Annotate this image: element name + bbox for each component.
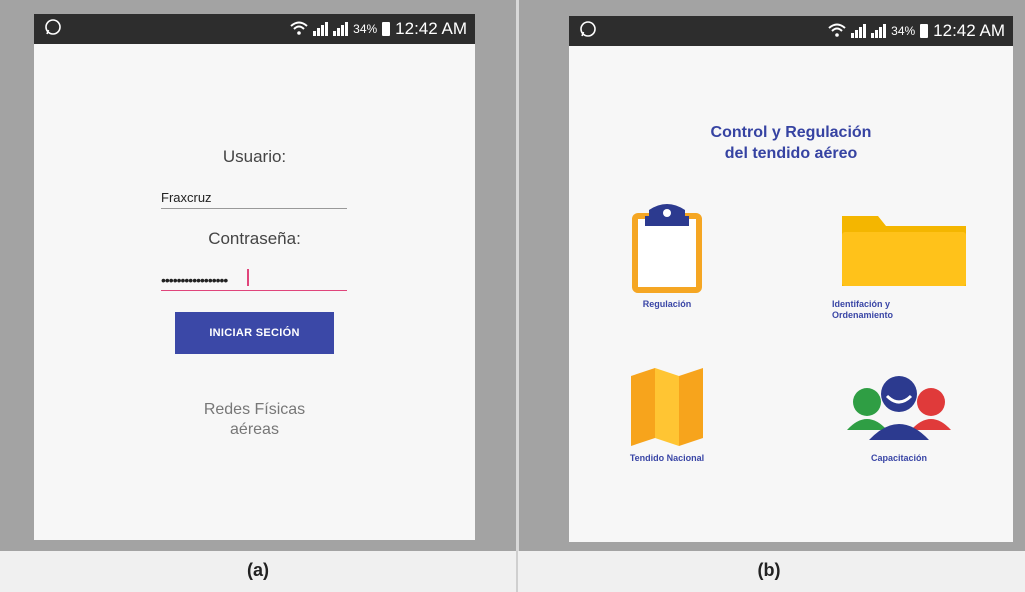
title-line-2: del tendido aéreo xyxy=(724,145,858,162)
username-field[interactable] xyxy=(161,186,347,209)
menu-label: Regulación xyxy=(642,299,692,309)
signal-icon xyxy=(313,22,329,36)
signal-icon xyxy=(871,24,887,38)
menu-item-tendido-nacional[interactable]: Tendido Nacional xyxy=(607,364,727,464)
signal-icon xyxy=(851,24,867,38)
caption-a: (a) xyxy=(247,560,269,580)
title-line-1: Control y Regulación xyxy=(710,124,872,141)
menu-label: Tendido Nacional xyxy=(629,453,705,463)
map-icon xyxy=(631,368,703,446)
menu-title: Control y Regulación del tendido aéreo xyxy=(569,122,1013,164)
status-right: 34% 12:42 AM xyxy=(290,19,467,39)
folder-icon xyxy=(842,216,966,286)
status-bar: 34% 12:42 AM xyxy=(34,14,475,44)
battery-icon xyxy=(382,22,391,36)
password-label: Contraseña: xyxy=(208,229,301,248)
menu-item-capacitacion[interactable]: Capacitación xyxy=(829,364,969,464)
signal-icon xyxy=(333,22,349,36)
wifi-icon xyxy=(290,21,308,38)
clipboard-icon xyxy=(632,204,702,293)
battery-percent: 34% xyxy=(353,22,378,36)
people-icon xyxy=(847,376,951,440)
clock: 12:42 AM xyxy=(933,21,1005,40)
menu-label: Identifación y Ordenamiento xyxy=(824,299,974,321)
whatsapp-icon xyxy=(579,20,597,43)
footer-line-2: aéreas xyxy=(230,421,279,438)
username-label: Usuario: xyxy=(222,147,287,166)
whatsapp-icon xyxy=(44,18,62,41)
clock: 12:42 AM xyxy=(395,19,467,38)
battery-icon xyxy=(920,24,929,38)
panel-divider xyxy=(516,0,519,592)
battery-percent: 34% xyxy=(891,24,916,38)
menu-item-identificacion[interactable]: Identifación y Ordenamiento xyxy=(824,202,974,321)
app-footer: Redes Físicas aéreas xyxy=(34,400,475,440)
login-screen: 34% 12:42 AM Usuario: Contraseña: INICIA… xyxy=(34,14,475,540)
login-button[interactable]: INICIAR SECIÓN xyxy=(175,312,334,354)
menu-item-regulacion[interactable]: Regulación xyxy=(607,202,727,310)
menu-label-line-1: Identifación y xyxy=(832,299,891,309)
status-right: 34% 12:42 AM xyxy=(828,21,1005,41)
password-field[interactable] xyxy=(161,270,347,291)
menu-label-line-2: Ordenamiento xyxy=(832,310,894,320)
wifi-icon xyxy=(828,23,846,40)
caption-b: (b) xyxy=(757,560,781,580)
menu-screen: 34% 12:42 AM Control y Regulación del te… xyxy=(569,16,1013,542)
figure: 34% 12:42 AM Usuario: Contraseña: INICIA… xyxy=(0,0,1025,592)
text-caret xyxy=(247,269,249,286)
status-bar: 34% 12:42 AM xyxy=(569,16,1013,46)
caption-divider xyxy=(516,551,518,592)
menu-label: Capacitación xyxy=(870,453,928,463)
footer-line-1: Redes Físicas xyxy=(203,401,306,418)
